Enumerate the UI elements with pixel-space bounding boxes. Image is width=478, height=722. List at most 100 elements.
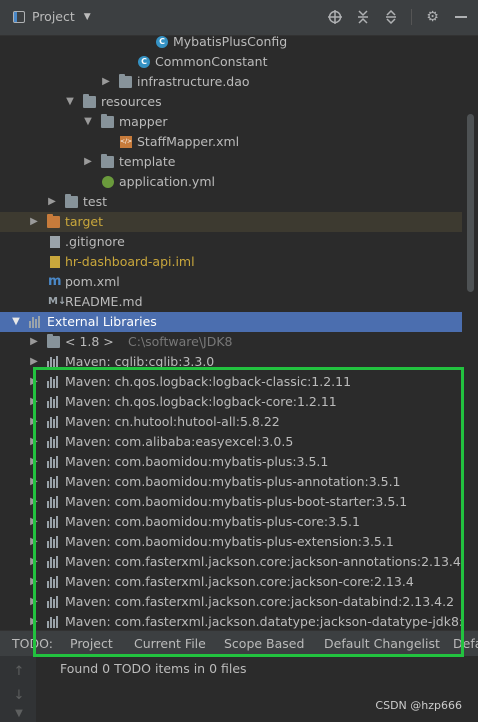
tree-item-library[interactable]: ▶ Maven: com.fasterxml.jackson.core:jack… bbox=[0, 552, 462, 572]
tree-item-readme[interactable]: M↓ README.md bbox=[0, 292, 462, 312]
tree-item-jdk[interactable]: ▶ < 1.8 > C:\software\JDK8 bbox=[0, 332, 462, 352]
toolbar-separator bbox=[411, 9, 412, 25]
settings-icon[interactable]: ⚙ bbox=[425, 8, 440, 26]
scrollbar-thumb[interactable] bbox=[467, 114, 474, 292]
chevron-right-icon[interactable]: ▶ bbox=[28, 512, 40, 532]
chevron-down-icon[interactable]: ▼ bbox=[64, 92, 76, 112]
library-icon bbox=[47, 436, 60, 448]
chevron-right-icon[interactable]: ▶ bbox=[28, 552, 40, 572]
tree-item-resources[interactable]: ▼ resources bbox=[0, 92, 462, 112]
project-icon bbox=[13, 10, 25, 23]
library-icon bbox=[47, 476, 60, 488]
project-tool-window-header: Project ▼ ⚙ bbox=[0, 0, 478, 36]
tree-item-infrastructure-dao[interactable]: ▶ infrastructure.dao bbox=[0, 72, 462, 92]
package-icon bbox=[119, 74, 132, 88]
watermark: CSDN @hzp666 bbox=[375, 699, 462, 712]
library-icon bbox=[47, 596, 60, 608]
tree-item-staffmapper-xml[interactable]: </> StaffMapper.xml bbox=[0, 132, 462, 152]
tree-item-library[interactable]: ▶ Maven: com.fasterxml.jackson.core:jack… bbox=[0, 592, 462, 612]
expand-all-icon[interactable] bbox=[355, 8, 370, 26]
tree-item-library[interactable]: ▶ Maven: com.baomidou:mybatis-plus-exten… bbox=[0, 532, 462, 552]
hide-icon[interactable] bbox=[453, 8, 468, 26]
library-icon bbox=[47, 616, 60, 628]
class-icon: C bbox=[138, 56, 150, 68]
library-icon bbox=[47, 396, 60, 408]
chevron-right-icon[interactable]: ▶ bbox=[28, 212, 40, 232]
chevron-right-icon[interactable]: ▶ bbox=[100, 72, 112, 92]
locate-icon[interactable] bbox=[327, 8, 342, 26]
tree-item-mapper[interactable]: ▼ mapper bbox=[0, 112, 462, 132]
tree-item-library[interactable]: ▶ Maven: ch.qos.logback:logback-core:1.2… bbox=[0, 392, 462, 412]
todo-gutter: ↑ ↓ ▼ bbox=[0, 656, 36, 722]
todo-status-text: Found 0 TODO items in 0 files bbox=[60, 661, 247, 676]
markdown-file-icon: M↓ bbox=[48, 296, 67, 307]
chevron-right-icon[interactable]: ▶ bbox=[82, 152, 94, 172]
chevron-right-icon[interactable]: ▶ bbox=[28, 572, 40, 592]
chevron-right-icon[interactable]: ▶ bbox=[28, 592, 40, 612]
chevron-right-icon[interactable]: ▶ bbox=[28, 452, 40, 472]
tree-item-iml[interactable]: hr-dashboard-api.iml bbox=[0, 252, 462, 272]
project-tree: C MybatisPlusConfig C CommonConstant ▶ i… bbox=[0, 36, 462, 630]
tree-item-pom-xml[interactable]: m pom.xml bbox=[0, 272, 462, 292]
todo-label: TODO: bbox=[12, 636, 53, 651]
tab-scope-based[interactable]: Scope Based bbox=[224, 631, 304, 656]
tree-item-gitignore[interactable]: .gitignore bbox=[0, 232, 462, 252]
tree-item-application-yml[interactable]: application.yml bbox=[0, 172, 462, 192]
tree-item-external-libraries[interactable]: ▼ External Libraries bbox=[0, 312, 462, 332]
chevron-right-icon[interactable]: ▶ bbox=[28, 332, 40, 352]
xml-file-icon: </> bbox=[120, 136, 132, 148]
chevron-right-icon[interactable]: ▶ bbox=[28, 352, 40, 372]
library-icon bbox=[47, 516, 60, 528]
chevron-right-icon[interactable]: ▶ bbox=[28, 532, 40, 552]
tree-item-test[interactable]: ▶ test bbox=[0, 192, 462, 212]
todo-panel: ↑ ↓ ▼ Found 0 TODO items in 0 files CSDN… bbox=[0, 656, 478, 722]
chevron-right-icon[interactable]: ▶ bbox=[28, 492, 40, 512]
tree-item-library[interactable]: ▶ Maven: com.fasterxml.jackson.datatype:… bbox=[0, 612, 462, 630]
tab-project[interactable]: Project bbox=[70, 631, 113, 656]
chevron-right-icon[interactable]: ▶ bbox=[46, 192, 58, 212]
chevron-down-icon[interactable]: ▼ bbox=[10, 312, 22, 332]
chevron-right-icon[interactable]: ▶ bbox=[28, 612, 40, 630]
project-title: Project bbox=[32, 9, 75, 24]
chevron-right-icon[interactable]: ▶ bbox=[28, 372, 40, 392]
library-icon bbox=[29, 316, 42, 328]
dropdown-arrow-icon[interactable]: ▼ bbox=[84, 12, 91, 22]
tree-item-library[interactable]: ▶ Maven: cglib:cglib:3.3.0 bbox=[0, 352, 462, 372]
tree-item-template[interactable]: ▶ template bbox=[0, 152, 462, 172]
chevron-right-icon[interactable]: ▶ bbox=[28, 432, 40, 452]
chevron-right-icon[interactable]: ▶ bbox=[28, 472, 40, 492]
library-icon bbox=[47, 536, 60, 548]
tree-item-library[interactable]: ▶ Maven: com.alibaba:easyexcel:3.0.5 bbox=[0, 432, 462, 452]
tree-item-library[interactable]: ▶ Maven: com.baomidou:mybatis-plus-core:… bbox=[0, 512, 462, 532]
chevron-down-icon[interactable]: ▼ bbox=[82, 112, 94, 132]
tree-item-library[interactable]: ▶ Maven: com.baomidou:mybatis-plus-annot… bbox=[0, 472, 462, 492]
vertical-scrollbar[interactable] bbox=[464, 36, 478, 630]
tab-current-file[interactable]: Current File bbox=[134, 631, 206, 656]
library-icon bbox=[47, 376, 60, 388]
tree-item-library[interactable]: ▶ Maven: com.fasterxml.jackson.core:jack… bbox=[0, 572, 462, 592]
library-icon bbox=[47, 496, 60, 508]
arrow-up-icon[interactable]: ↑ bbox=[12, 664, 26, 679]
tab-default-partial[interactable]: Defa bbox=[453, 631, 478, 656]
chevron-right-icon[interactable]: ▶ bbox=[28, 412, 40, 432]
file-icon bbox=[50, 236, 60, 248]
yml-file-icon bbox=[102, 176, 114, 188]
iml-file-icon bbox=[50, 256, 60, 268]
tree-item-mybatisplusconfig[interactable]: C MybatisPlusConfig bbox=[0, 36, 462, 52]
library-icon bbox=[47, 556, 60, 568]
project-view-selector[interactable]: Project ▼ bbox=[13, 9, 91, 24]
library-icon bbox=[47, 356, 60, 368]
collapse-icon[interactable]: ▼ bbox=[12, 708, 26, 719]
tree-item-commonconstant[interactable]: C CommonConstant bbox=[0, 52, 462, 72]
collapse-all-icon[interactable] bbox=[383, 8, 398, 26]
tree-item-library[interactable]: ▶ Maven: cn.hutool:hutool-all:5.8.22 bbox=[0, 412, 462, 432]
library-icon bbox=[47, 416, 60, 428]
tree-item-library[interactable]: ▶ Maven: ch.qos.logback:logback-classic:… bbox=[0, 372, 462, 392]
tree-item-library[interactable]: ▶ Maven: com.baomidou:mybatis-plus:3.5.1 bbox=[0, 452, 462, 472]
arrow-down-icon[interactable]: ↓ bbox=[12, 688, 26, 703]
tree-item-library[interactable]: ▶ Maven: com.baomidou:mybatis-plus-boot-… bbox=[0, 492, 462, 512]
tab-default-changelist[interactable]: Default Changelist bbox=[324, 631, 440, 656]
chevron-right-icon[interactable]: ▶ bbox=[28, 392, 40, 412]
tree-item-target[interactable]: ▶ target bbox=[0, 212, 462, 232]
folder-icon bbox=[101, 114, 114, 128]
